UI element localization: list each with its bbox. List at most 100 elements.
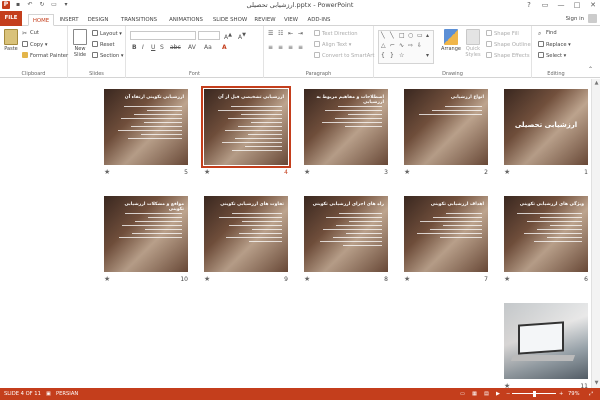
decrease-indent-icon[interactable]: ⇤ [288, 30, 293, 38]
transition-star-icon[interactable]: ★ [104, 168, 110, 176]
collapse-ribbon-icon[interactable]: ⌃ [588, 66, 593, 74]
fit-to-window-icon[interactable]: ⤢ [589, 388, 593, 400]
transition-star-icon[interactable]: ★ [404, 275, 410, 283]
slide-thumbnail[interactable]: اصطلاحات و مفاهیم مربوط به ارزشیابی [304, 89, 388, 165]
close-button[interactable]: ✕ [588, 0, 598, 10]
undo-icon[interactable]: ↶ [26, 1, 34, 9]
align-center-icon[interactable]: ≡ [278, 44, 283, 52]
help-button[interactable]: ? [524, 0, 534, 10]
rounded-rect-shape-icon[interactable]: ▭ [417, 32, 423, 39]
oval-shape-icon[interactable]: ○ [408, 32, 413, 39]
strikethrough-icon[interactable]: abc [170, 44, 181, 52]
layout-button[interactable]: Layout ▾ [92, 30, 122, 38]
replace-button[interactable]: Replace ▾ [538, 41, 571, 49]
bold-icon[interactable]: B [132, 44, 137, 52]
transition-star-icon[interactable]: ★ [304, 275, 310, 283]
redo-icon[interactable]: ↻ [38, 1, 46, 9]
transition-star-icon[interactable]: ★ [404, 168, 410, 176]
slide-thumbnail[interactable]: راه های اجرای ارزشیابی تکوینی [304, 196, 388, 272]
grow-font-icon[interactable]: A▲ [224, 31, 232, 42]
transition-star-icon[interactable]: ★ [104, 275, 110, 283]
slideshow-start-icon[interactable]: ▭ [50, 1, 58, 9]
cut-button[interactable]: ✂ Cut [22, 30, 39, 37]
shape-effects-button[interactable]: Shape Effects [486, 52, 530, 60]
line-shape-icon-2[interactable]: ╲ [390, 32, 394, 39]
convert-smartart-button[interactable]: Convert to SmartArt [314, 52, 374, 60]
numbering-icon[interactable]: ☷ [278, 30, 283, 38]
new-slide-button[interactable]: New Slide [70, 29, 90, 58]
ribbon-display-button[interactable]: ▭ [540, 0, 550, 10]
rectangle-shape-icon[interactable]: □ [399, 32, 405, 39]
sign-in-link[interactable]: Sign in [566, 16, 584, 22]
transition-star-icon[interactable]: ★ [204, 275, 210, 283]
zoom-in-icon[interactable]: + [559, 388, 563, 400]
normal-view-icon[interactable]: ▭ [460, 388, 465, 400]
tab-review[interactable]: REVIEW [252, 14, 278, 26]
tab-slide-show[interactable]: SLIDE SHOW [210, 14, 250, 26]
tab-file[interactable]: FILE [0, 11, 22, 26]
reset-button[interactable]: Reset [92, 41, 115, 49]
shape-outline-button[interactable]: Shape Outline [486, 41, 531, 49]
slide-thumbnail[interactable]: ارزشیابی تحصیلی [504, 89, 588, 165]
text-direction-button[interactable]: Text Direction [314, 30, 358, 38]
italic-icon[interactable]: I [142, 44, 144, 52]
tab-add-ins[interactable]: ADD-INS [304, 14, 334, 26]
reading-view-icon[interactable]: ▤ [484, 388, 489, 400]
align-text-button[interactable]: Align Text ▾ [314, 41, 351, 49]
maximize-button[interactable]: □ [572, 0, 582, 10]
slide-thumbnail[interactable]: انواع ارزشیابی [404, 89, 488, 165]
char-spacing-icon[interactable]: AV [188, 44, 196, 52]
tab-view[interactable]: VIEW [280, 14, 302, 26]
change-case-icon[interactable]: Aa [204, 44, 212, 52]
transition-star-icon[interactable]: ★ [204, 168, 210, 176]
paste-button[interactable]: Paste [2, 29, 20, 52]
slide-thumbnail[interactable] [504, 303, 588, 379]
format-painter-button[interactable]: Format Painter [22, 52, 68, 60]
quick-styles-button[interactable]: Quick Styles [462, 29, 484, 58]
section-button[interactable]: Section ▾ [92, 52, 124, 60]
language-label[interactable]: PERSIAN [56, 388, 78, 400]
brace-close-shape-icon[interactable]: } [390, 52, 394, 59]
curve-shape-icon[interactable]: ∿ [399, 42, 404, 49]
transition-star-icon[interactable]: ★ [304, 168, 310, 176]
select-button[interactable]: Select ▾ [538, 52, 566, 60]
vertical-scrollbar[interactable]: ▲ ▼ [591, 79, 600, 388]
tab-transitions[interactable]: TRANSITIONS [116, 14, 162, 26]
slide-thumbnail[interactable]: تفاوت های ارزشیابی تکوینی [204, 196, 288, 272]
slideshow-view-icon[interactable]: ▶ [496, 388, 500, 400]
customize-qat-icon[interactable]: ▾ [62, 1, 70, 9]
tab-insert[interactable]: INSERT [56, 14, 82, 26]
transition-star-icon[interactable]: ★ [504, 275, 510, 283]
shadow-icon[interactable]: S [160, 44, 164, 52]
font-name-field[interactable] [130, 31, 196, 40]
increase-indent-icon[interactable]: ⇥ [298, 30, 303, 38]
slide-thumbnail[interactable]: اهداف ارزشیابی تکوینی [404, 196, 488, 272]
underline-icon[interactable]: U [151, 44, 155, 52]
save-icon[interactable]: ▪ [14, 1, 22, 9]
slide-sorter-view-icon[interactable]: ▦ [472, 388, 477, 400]
slide-thumbnail[interactable]: ارزشیابی تشخیصی قبل از آن [201, 86, 291, 168]
arrow-right-shape-icon[interactable]: ⇨ [408, 42, 413, 49]
arrow-down-shape-icon[interactable]: ⇩ [417, 42, 422, 49]
star-shape-icon[interactable]: ☆ [399, 52, 404, 59]
copy-button[interactable]: Copy ▾ [22, 41, 47, 49]
align-left-icon[interactable]: ≡ [268, 44, 273, 52]
tab-design[interactable]: DESIGN [84, 14, 112, 26]
font-color-icon[interactable]: A [222, 44, 227, 52]
gallery-more-icon[interactable]: ▾ [426, 52, 429, 59]
shrink-font-icon[interactable]: A▼ [238, 31, 246, 42]
slide-thumbnail[interactable]: مواقع و مشکلات ارزشیابی تکوینی [104, 196, 188, 272]
align-right-icon[interactable]: ≡ [288, 44, 293, 52]
shape-fill-button[interactable]: Shape Fill [486, 30, 519, 38]
zoom-level[interactable]: 79% [568, 388, 580, 400]
avatar-icon[interactable] [588, 14, 597, 23]
minimize-button[interactable]: — [556, 0, 566, 10]
triangle-shape-icon[interactable]: △ [381, 42, 386, 49]
transition-star-icon[interactable]: ★ [504, 168, 510, 176]
bullets-icon[interactable]: ☰ [268, 30, 273, 38]
font-size-field[interactable] [198, 31, 220, 40]
find-button[interactable]: ⌕ Find [538, 30, 557, 37]
line-shape-icon[interactable]: ╲ [381, 32, 385, 39]
shapes-gallery[interactable]: ╲ ╲ □ ○ ▭ △ ⌐ ∿ ⇨ ⇩ { } ☆ ▴ ▾ [378, 30, 434, 64]
zoom-out-icon[interactable]: − [506, 388, 510, 400]
